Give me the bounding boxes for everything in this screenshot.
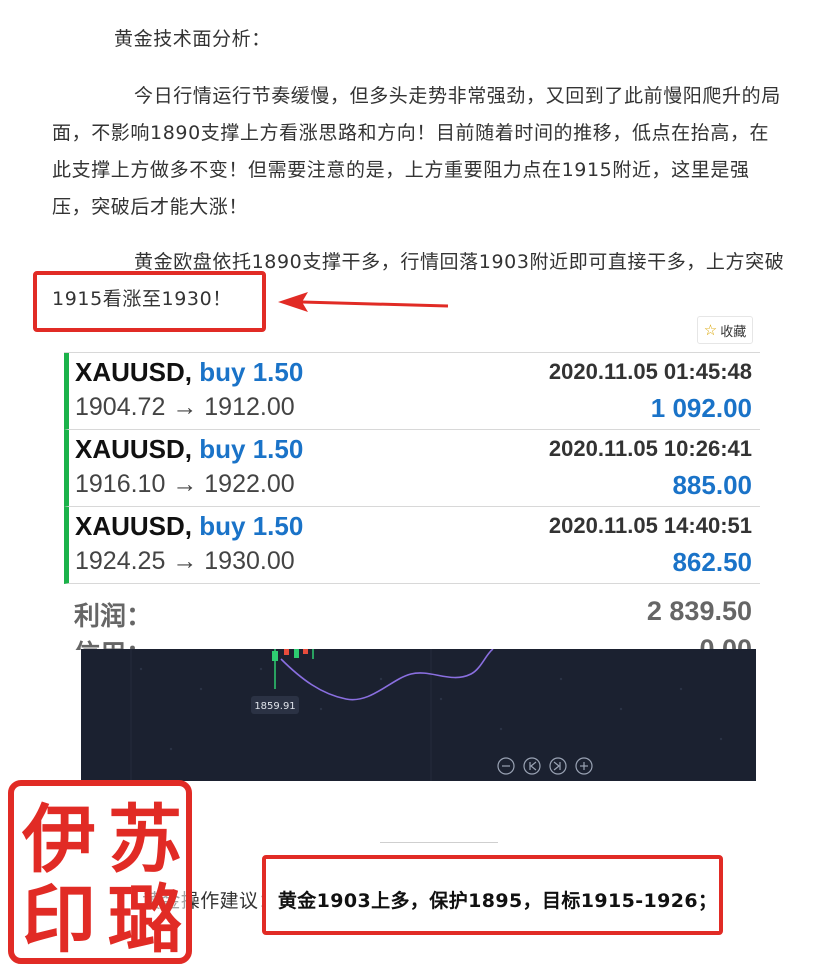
trade-profit: 885.00 [672, 470, 752, 500]
trade-prices: 1916.10 → 1922.00 [75, 470, 295, 498]
trade-symbol: XAUUSD, [75, 434, 193, 464]
highlight-box [33, 271, 266, 332]
trade-symbol: XAUUSD, [75, 511, 193, 541]
trade-list: XAUUSD, buy 1.50 1904.72 → 1912.00 2020.… [64, 352, 760, 584]
trade-symbol: XAUUSD, [75, 357, 193, 387]
watermark-char: 璐 [108, 877, 182, 963]
trade-row[interactable]: XAUUSD, buy 1.50 1904.72 → 1912.00 2020.… [64, 353, 760, 430]
highlight-box [262, 855, 723, 935]
trade-prices: 1904.72 → 1912.00 [75, 393, 295, 421]
credit-label: 信用： [74, 634, 152, 650]
trade-direction: buy 1.50 [199, 357, 304, 387]
trade-direction: buy 1.50 [199, 511, 304, 541]
star-icon: ☆ [703, 321, 718, 339]
profit-value: 2 839.50 [646, 596, 752, 626]
chart-canvas: 1859.91 [130, 649, 723, 781]
trade-time: 2020.11.05 01:45:48 [548, 359, 752, 384]
trade-prices: 1924.25 → 1930.00 [75, 547, 295, 575]
trade-profit: 1 092.00 [650, 393, 752, 423]
profit-label: 利润： [74, 601, 153, 631]
watermark-char: 印 [22, 877, 96, 963]
credit-value: 0.00 [699, 634, 752, 650]
trade-time: 2020.11.05 14:40:51 [548, 513, 752, 538]
watermark-char: 伊 [21, 797, 96, 883]
price-chart[interactable]: 1859.91 [81, 649, 756, 781]
favorite-button[interactable]: ☆ 收藏 [697, 316, 753, 344]
section-heading: 黄金技术面分析： [114, 28, 271, 50]
favorite-label: 收藏 [720, 324, 747, 340]
trade-time: 2020.11.05 10:26:41 [548, 436, 752, 461]
trade-profit: 862.50 [672, 547, 752, 577]
watermark-stamp: 伊 苏 印 璐 [8, 780, 192, 964]
price-tag: 1859.91 [254, 701, 295, 712]
divider [380, 842, 498, 843]
trade-row[interactable]: XAUUSD, buy 1.50 1916.10 → 1922.00 2020.… [64, 430, 760, 507]
zoom-out-icon[interactable] [497, 757, 515, 775]
analysis-paragraph: 今日行情运行节奏缓慢，但多头走势非常强劲，又回到了此前慢阳爬升的局面，不影响18… [52, 85, 781, 218]
watermark-char: 苏 [108, 797, 182, 883]
skip-back-icon[interactable] [523, 757, 541, 775]
arrow-icon [278, 292, 449, 312]
trade-direction: buy 1.50 [199, 434, 304, 464]
zoom-in-icon[interactable] [575, 757, 593, 775]
account-summary: 利润： 2 839.50 信用： 0.00 [64, 586, 760, 650]
skip-forward-icon[interactable] [549, 757, 567, 775]
trade-row[interactable]: XAUUSD, buy 1.50 1924.25 → 1930.00 2020.… [64, 507, 760, 584]
